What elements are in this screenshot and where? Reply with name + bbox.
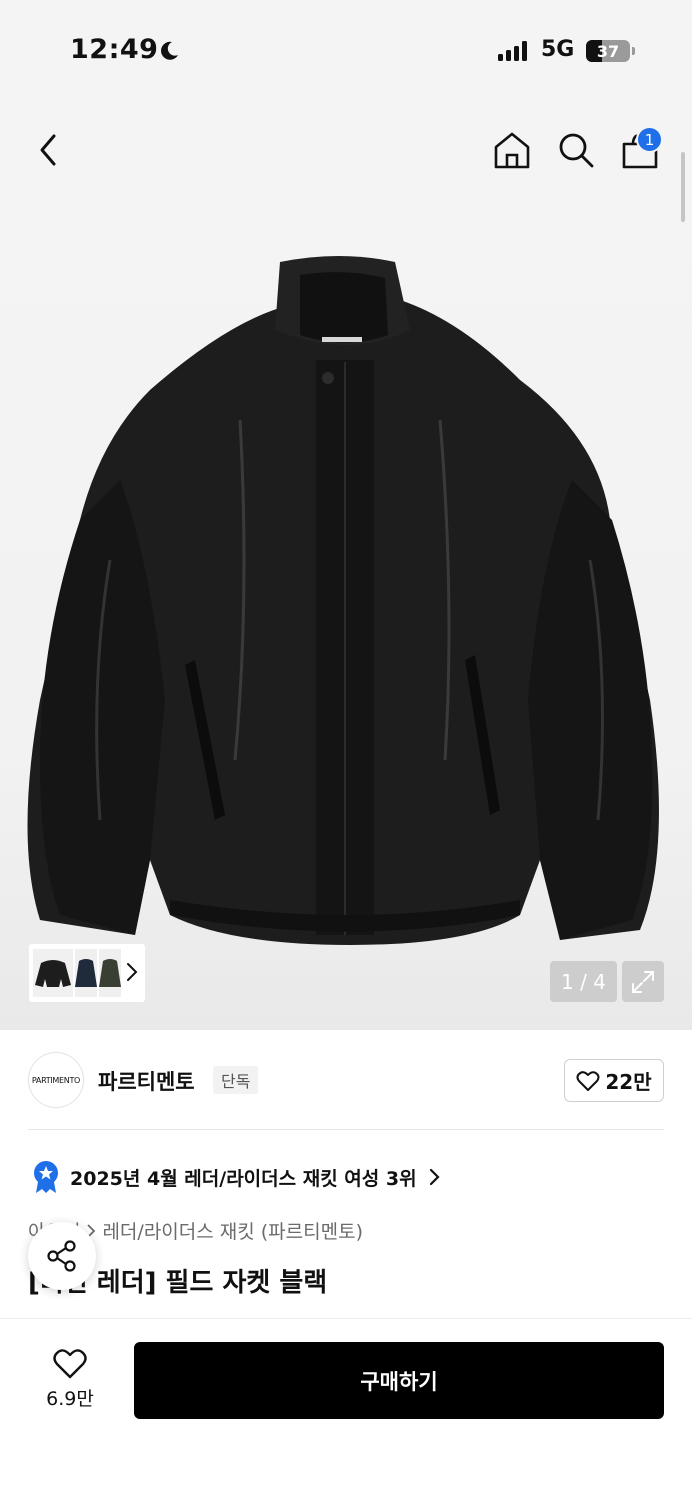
- product-image-gallery[interactable]: [0, 100, 692, 1030]
- share-icon: [47, 1240, 76, 1272]
- heart-icon: [53, 1348, 87, 1378]
- ranking-text: 2025년 4월 레더/라이더스 재킷 여성 3위: [70, 1167, 417, 1190]
- battery-level: 37: [596, 41, 620, 61]
- expand-icon: [632, 970, 654, 993]
- wishlist-count: 6.9만: [46, 1387, 94, 1410]
- expand-button[interactable]: [622, 961, 664, 1002]
- brand-like-count: 22만: [605, 1070, 652, 1094]
- buy-button[interactable]: 구매하기: [134, 1342, 664, 1419]
- scroll-indicator: [681, 152, 685, 222]
- chevron-right-icon: [429, 1168, 440, 1186]
- divider: [28, 1129, 664, 1130]
- signal-icon: [498, 41, 527, 61]
- status-bar: 12:49 5G 37: [0, 0, 692, 100]
- home-icon[interactable]: [492, 130, 532, 170]
- thumbnail-strip[interactable]: [29, 944, 145, 1002]
- brand-like-button[interactable]: 22만: [564, 1059, 664, 1102]
- moon-icon: [161, 41, 178, 60]
- back-icon[interactable]: [36, 132, 64, 168]
- status-time: 12:49: [70, 34, 159, 65]
- heart-icon: [576, 1070, 600, 1091]
- thumbnail-1[interactable]: [33, 949, 73, 997]
- share-button[interactable]: [28, 1222, 96, 1290]
- breadcrumb-item-subcategory[interactable]: 레더/라이더스 재킷 (파르티멘토): [102, 1217, 363, 1244]
- brand-row: PARTIMENTO 파르티멘토 단독 22만: [0, 1030, 692, 1130]
- jacket-image: [27, 256, 659, 945]
- ranking-badge-icon: [34, 1161, 58, 1193]
- cart-count-badge: 1: [636, 126, 663, 153]
- image-counter: 1 / 4: [550, 961, 617, 1002]
- exclusive-badge: 단독: [213, 1066, 259, 1094]
- thumbnail-2[interactable]: [75, 949, 97, 997]
- ranking-row[interactable]: 2025년 4월 레더/라이더스 재킷 여성 3위: [32, 1160, 441, 1194]
- brand-name[interactable]: 파르티멘토: [98, 1066, 195, 1096]
- search-icon[interactable]: [556, 130, 596, 170]
- thumbnail-3[interactable]: [99, 949, 121, 997]
- brand-logo[interactable]: PARTIMENTO: [28, 1052, 84, 1108]
- chevron-right-icon[interactable]: [125, 961, 139, 983]
- battery-icon: 37: [586, 40, 630, 62]
- network-type: 5G: [541, 37, 575, 62]
- wishlist-button[interactable]: 6.9만: [28, 1340, 112, 1418]
